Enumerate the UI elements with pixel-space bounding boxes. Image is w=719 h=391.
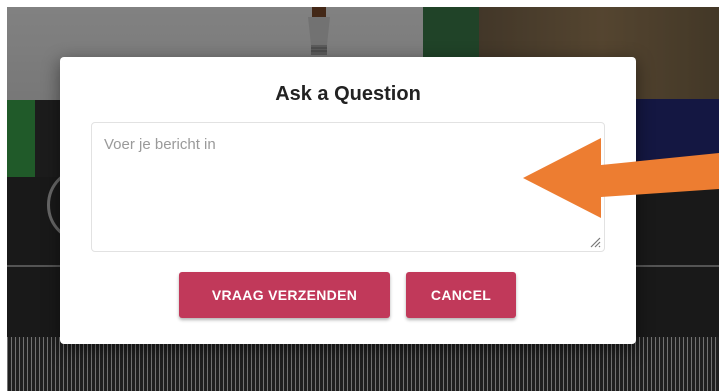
send-question-button[interactable]: VRAAG VERZENDEN (179, 272, 390, 318)
dialog-title: Ask a Question (275, 83, 421, 105)
resize-handle-icon[interactable] (589, 236, 601, 248)
screenshot-stage: Ask a Question VRAAG VERZENDEN CANCEL (0, 0, 719, 391)
cancel-button[interactable]: CANCEL (406, 272, 516, 318)
arrow-left-icon (523, 138, 719, 218)
